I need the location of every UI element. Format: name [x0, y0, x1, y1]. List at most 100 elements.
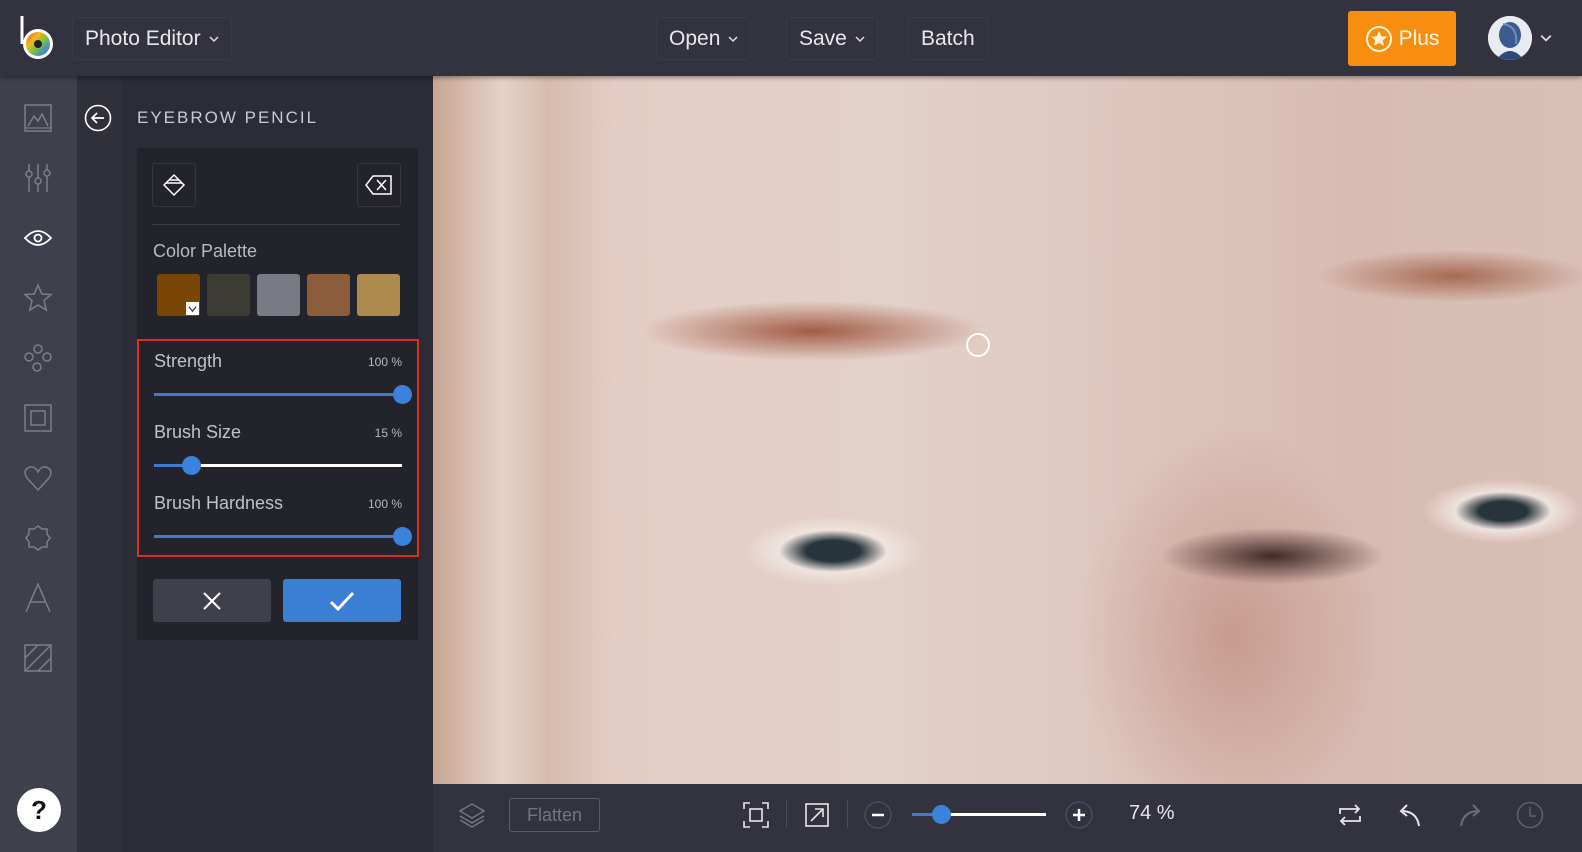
sidebar-item-graphics[interactable]: [22, 462, 54, 494]
avatar: [1488, 16, 1532, 60]
brush-settings-highlight: Strength 100 % Brush Size 15 % Brush Hardnes…: [137, 339, 419, 557]
undo-icon: [1399, 804, 1420, 827]
slider-label: Brush Hardness: [154, 493, 284, 513]
slider-value: 15 %: [374, 426, 402, 440]
compare-button[interactable]: [1335, 800, 1365, 830]
help-label: ?: [31, 794, 47, 825]
back-button[interactable]: [84, 104, 112, 132]
sidebar-item-effects[interactable]: [22, 282, 54, 314]
circles-icon: [24, 344, 52, 372]
slider-fill: [154, 393, 402, 396]
heart-icon: [24, 466, 52, 492]
chevron-down-icon: [1540, 34, 1552, 42]
brush-cursor: [966, 333, 990, 357]
pencil-tool-button[interactable]: [152, 163, 196, 207]
slider-handle[interactable]: [393, 527, 412, 546]
slider-handle[interactable]: [393, 385, 412, 404]
plus-label: Plus: [1398, 26, 1440, 50]
flatten-label: Flatten: [526, 804, 583, 825]
eraser-tool-button[interactable]: [357, 163, 401, 207]
account-menu[interactable]: [1488, 16, 1552, 60]
clock-icon: [1516, 801, 1544, 829]
image-icon: [24, 104, 52, 132]
actual-size-button[interactable]: [802, 800, 832, 830]
layers-button[interactable]: [457, 800, 487, 830]
slider-track[interactable]: [154, 385, 412, 404]
swap-arrows-icon: [1339, 804, 1361, 826]
zoom-out-button[interactable]: [863, 800, 893, 830]
sidebar-item-frames[interactable]: [22, 402, 54, 434]
expand-arrow-icon: [805, 803, 829, 827]
app-logo[interactable]: [18, 14, 58, 62]
save-label: Save: [799, 26, 847, 50]
slider-value: 100 %: [367, 355, 402, 369]
tool-sidebar: ?: [0, 76, 77, 852]
help-button[interactable]: ?: [17, 788, 61, 832]
zoom-in-button[interactable]: [1064, 800, 1094, 830]
color-swatch[interactable]: [157, 274, 200, 316]
checkmark-icon: [329, 591, 355, 611]
chevron-down-icon: [209, 35, 219, 42]
fit-to-screen-button[interactable]: [741, 800, 771, 830]
open-label: Open: [669, 26, 721, 50]
color-swatch[interactable]: [207, 274, 250, 316]
zoom-slider-handle[interactable]: [932, 805, 952, 824]
slider-handle[interactable]: [182, 456, 202, 475]
sidebar-item-textures[interactable]: [22, 642, 54, 674]
zoom-slider[interactable]: [912, 805, 1046, 824]
open-menu[interactable]: Open: [656, 17, 752, 60]
top-bar: Photo Editor Open Save Batch Plus: [0, 0, 1582, 76]
slider-track[interactable]: [154, 527, 412, 546]
photo-editor-label: Photo Editor: [85, 26, 201, 50]
sidebar-item-text[interactable]: [22, 582, 54, 614]
chevron-down-icon: [855, 35, 865, 42]
star-badge-icon: [1365, 25, 1392, 52]
slider-track[interactable]: [154, 456, 402, 475]
sidebar-item-image[interactable]: [22, 102, 54, 134]
flatten-button[interactable]: Flatten: [509, 798, 600, 832]
apply-button[interactable]: [283, 579, 401, 622]
eyebrow-pencil-card: Color Palette Strength 100 % Brush Size 15 …: [137, 148, 419, 640]
color-swatch[interactable]: [307, 274, 350, 316]
slider-label: Strength: [154, 351, 223, 371]
zoom-level: 74 %: [1129, 802, 1175, 824]
sidebar-item-stickers[interactable]: [22, 522, 54, 554]
arrow-left-circle-icon: [84, 104, 112, 132]
plus-upgrade-button[interactable]: Plus: [1348, 11, 1456, 66]
divider: [152, 224, 400, 225]
panel-gutter: [77, 76, 122, 852]
text-icon: [25, 583, 51, 613]
chevron-down-icon: [728, 35, 738, 42]
color-swatch[interactable]: [357, 274, 400, 316]
redo-button[interactable]: [1455, 800, 1485, 830]
history-button[interactable]: [1515, 800, 1545, 830]
sidebar-item-adjust[interactable]: [22, 162, 54, 194]
separator: [786, 800, 787, 828]
plus-circle-icon: [1065, 801, 1093, 829]
undo-button[interactable]: [1395, 800, 1425, 830]
slider-value: 100 %: [367, 497, 402, 511]
badge-icon: [25, 525, 51, 551]
photo-canvas[interactable]: [433, 76, 1582, 784]
separator: [847, 800, 848, 828]
paint-eraser-icon: [162, 173, 186, 197]
photo-editor-menu[interactable]: Photo Editor: [72, 17, 232, 60]
color-swatch[interactable]: [257, 274, 300, 316]
color-palette-label: Color Palette: [153, 241, 258, 261]
batch-button[interactable]: Batch: [908, 17, 988, 60]
redo-icon: [1460, 804, 1481, 827]
minus-circle-icon: [864, 801, 892, 829]
sidebar-item-overlays[interactable]: [22, 342, 54, 374]
selected-check-icon: [186, 302, 199, 315]
fit-screen-icon: [743, 802, 769, 828]
close-icon: [203, 591, 221, 610]
backspace-eraser-icon: [365, 175, 392, 195]
sliders-icon: [25, 164, 51, 192]
cancel-button[interactable]: [153, 579, 271, 622]
save-menu[interactable]: Save: [786, 17, 878, 60]
layers-icon: [458, 803, 486, 828]
panel-title: EYEBROW PENCIL: [137, 108, 319, 127]
frame-icon: [24, 404, 52, 432]
eye-icon: [23, 230, 53, 246]
sidebar-item-touch-up[interactable]: [22, 222, 54, 254]
